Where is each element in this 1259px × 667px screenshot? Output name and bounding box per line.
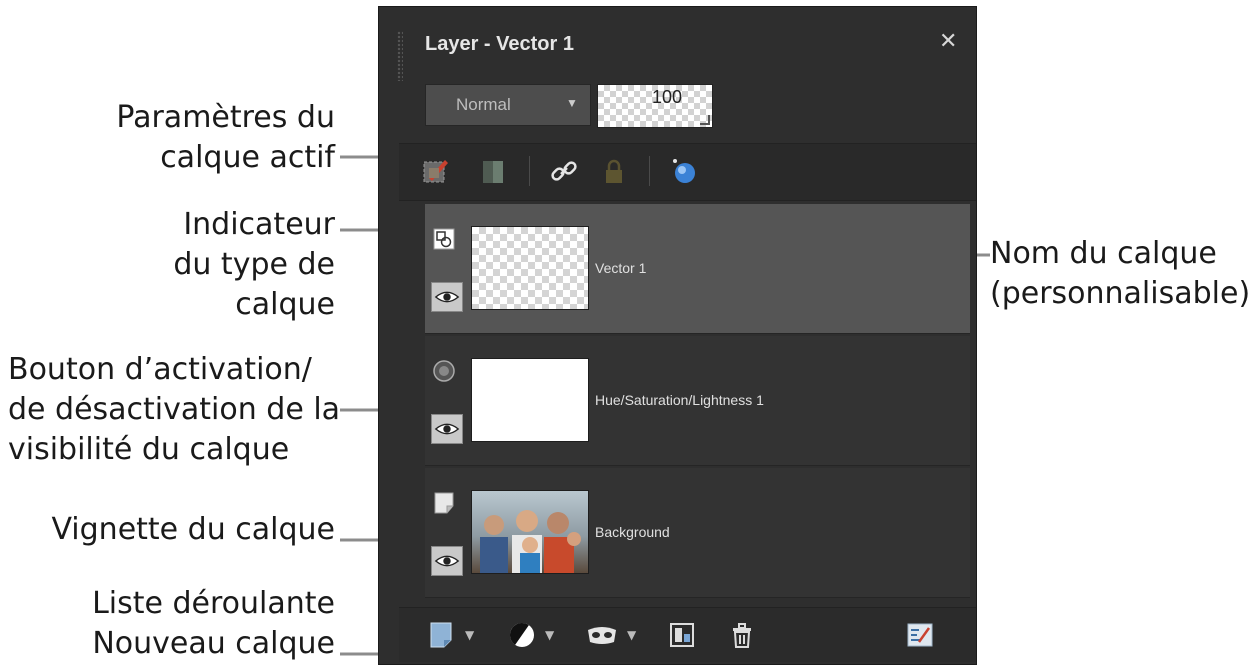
- panel-title: Layer - Vector 1: [425, 33, 574, 55]
- eye-icon: [434, 555, 460, 567]
- adjustment-icon[interactable]: [507, 620, 537, 650]
- family-photo: [480, 510, 581, 573]
- layer-thumbnail: [471, 490, 589, 574]
- opacity-field[interactable]: 100: [597, 84, 713, 128]
- blend-mode-select[interactable]: Normal ▼: [425, 84, 591, 126]
- effects-icon[interactable]: [669, 156, 699, 186]
- new-layer-icon[interactable]: [427, 620, 457, 650]
- layer-list: Vector 1 Hue/Saturation/Lightness 1 Back…: [425, 204, 970, 601]
- eye-icon: [434, 291, 460, 303]
- vector-layer-icon: [433, 228, 455, 250]
- toolbar-separator: [649, 156, 650, 186]
- trash-icon[interactable]: [727, 620, 757, 650]
- raster-layer-icon: [434, 492, 454, 514]
- toolbar-separator: [529, 156, 530, 186]
- panel-drag-grip[interactable]: [397, 31, 403, 81]
- layer-thumbnail: [471, 358, 589, 442]
- layer-thumbnail: [471, 226, 589, 310]
- opacity-value: 100: [651, 87, 682, 107]
- visibility-toggle[interactable]: [431, 414, 463, 444]
- layer-name[interactable]: Vector 1: [595, 260, 646, 276]
- layer-name[interactable]: Background: [595, 524, 670, 540]
- merge-icon[interactable]: [667, 620, 697, 650]
- visibility-toggle[interactable]: [431, 546, 463, 576]
- eye-icon: [434, 423, 460, 435]
- link-icon[interactable]: [549, 156, 579, 186]
- blend-mode-value: Normal: [456, 95, 511, 114]
- layer-row[interactable]: Background: [425, 468, 970, 598]
- resize-corner-icon: [700, 115, 710, 125]
- new-layer-dropdown-arrow[interactable]: ▼: [465, 628, 474, 642]
- close-icon[interactable]: ✕: [939, 29, 957, 54]
- layer-properties-icon[interactable]: [421, 156, 451, 186]
- lock-icon[interactable]: [599, 156, 629, 186]
- mask-icon[interactable]: [585, 620, 619, 650]
- active-layer-toolbar: [399, 143, 976, 201]
- bottom-toolbar: ▼ ▼ ▼: [399, 607, 976, 662]
- layer-name[interactable]: Hue/Saturation/Lightness 1: [595, 392, 764, 408]
- mask-dropdown-arrow[interactable]: ▼: [627, 628, 636, 642]
- chevron-down-icon: ▼: [566, 96, 578, 110]
- visibility-toggle[interactable]: [431, 282, 463, 312]
- mask-icon[interactable]: [479, 156, 509, 186]
- adjustment-layer-icon: [433, 360, 455, 382]
- layer-styles-icon[interactable]: [905, 620, 935, 650]
- layer-row[interactable]: Vector 1: [425, 204, 970, 334]
- layer-row[interactable]: Hue/Saturation/Lightness 1: [425, 336, 970, 466]
- adjustment-dropdown-arrow[interactable]: ▼: [545, 628, 554, 642]
- layers-panel: Layer - Vector 1 ✕ Normal ▼ 100 Vector 1…: [378, 6, 977, 665]
